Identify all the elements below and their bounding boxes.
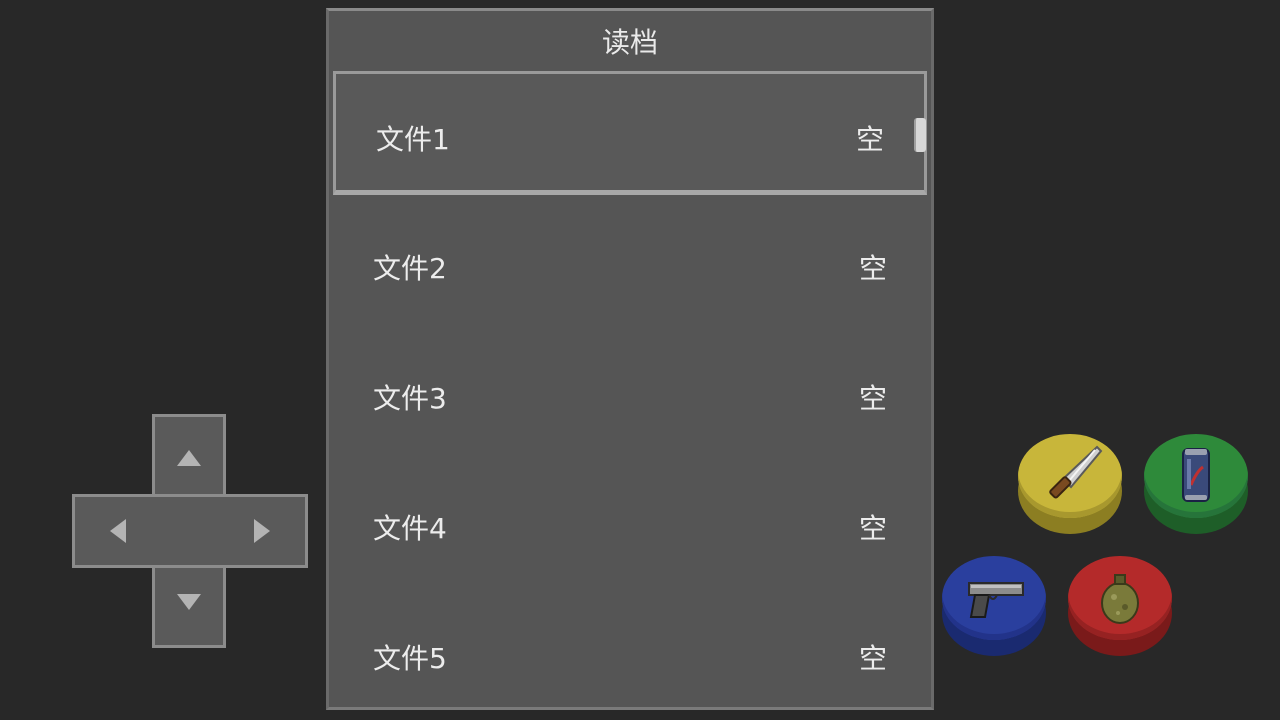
save-slot-1[interactable]: 文件1 空	[333, 71, 927, 195]
dpad-center	[155, 497, 223, 565]
down-arrow-icon	[177, 594, 201, 610]
slot-name: 文件5	[373, 642, 447, 675]
scrollbar-thumb[interactable]	[914, 118, 926, 152]
soda-can-icon	[1182, 448, 1210, 502]
save-slot-4[interactable]: 文件4 空	[333, 463, 927, 587]
dialog-title: 读档	[601, 26, 658, 59]
grenade-icon	[1101, 574, 1139, 624]
slot-status: 空	[855, 123, 884, 156]
dpad	[72, 414, 308, 648]
dpad-down-button[interactable]	[159, 572, 219, 632]
slot-name: 文件2	[373, 252, 447, 285]
knife-icon	[1049, 445, 1103, 499]
slot-status: 空	[858, 512, 887, 545]
slot-name: 文件3	[373, 382, 447, 415]
dpad-up-button[interactable]	[159, 428, 219, 488]
slot-status: 空	[858, 382, 887, 415]
grenade-button[interactable]	[1068, 556, 1172, 656]
pistol-button[interactable]	[942, 556, 1046, 656]
knife-button[interactable]	[1018, 434, 1122, 534]
save-slot-5[interactable]: 文件5 空	[333, 593, 927, 717]
load-game-dialog: 读档 文件1 空 文件2 空 文件3 空 文件4 空 文件5 空	[326, 8, 934, 710]
dpad-right-button[interactable]	[232, 501, 292, 561]
save-slot-2[interactable]: 文件2 空	[333, 203, 927, 327]
dpad-left-button[interactable]	[88, 501, 148, 561]
left-arrow-icon	[110, 519, 126, 543]
slot-status: 空	[858, 642, 887, 675]
soda-can-button[interactable]	[1144, 434, 1248, 534]
slot-name: 文件4	[373, 512, 447, 545]
right-arrow-icon	[254, 519, 270, 543]
slot-status: 空	[858, 252, 887, 285]
save-slot-3[interactable]: 文件3 空	[333, 333, 927, 457]
slot-name: 文件1	[376, 123, 450, 156]
pistol-icon	[968, 582, 1024, 618]
up-arrow-icon	[177, 450, 201, 466]
